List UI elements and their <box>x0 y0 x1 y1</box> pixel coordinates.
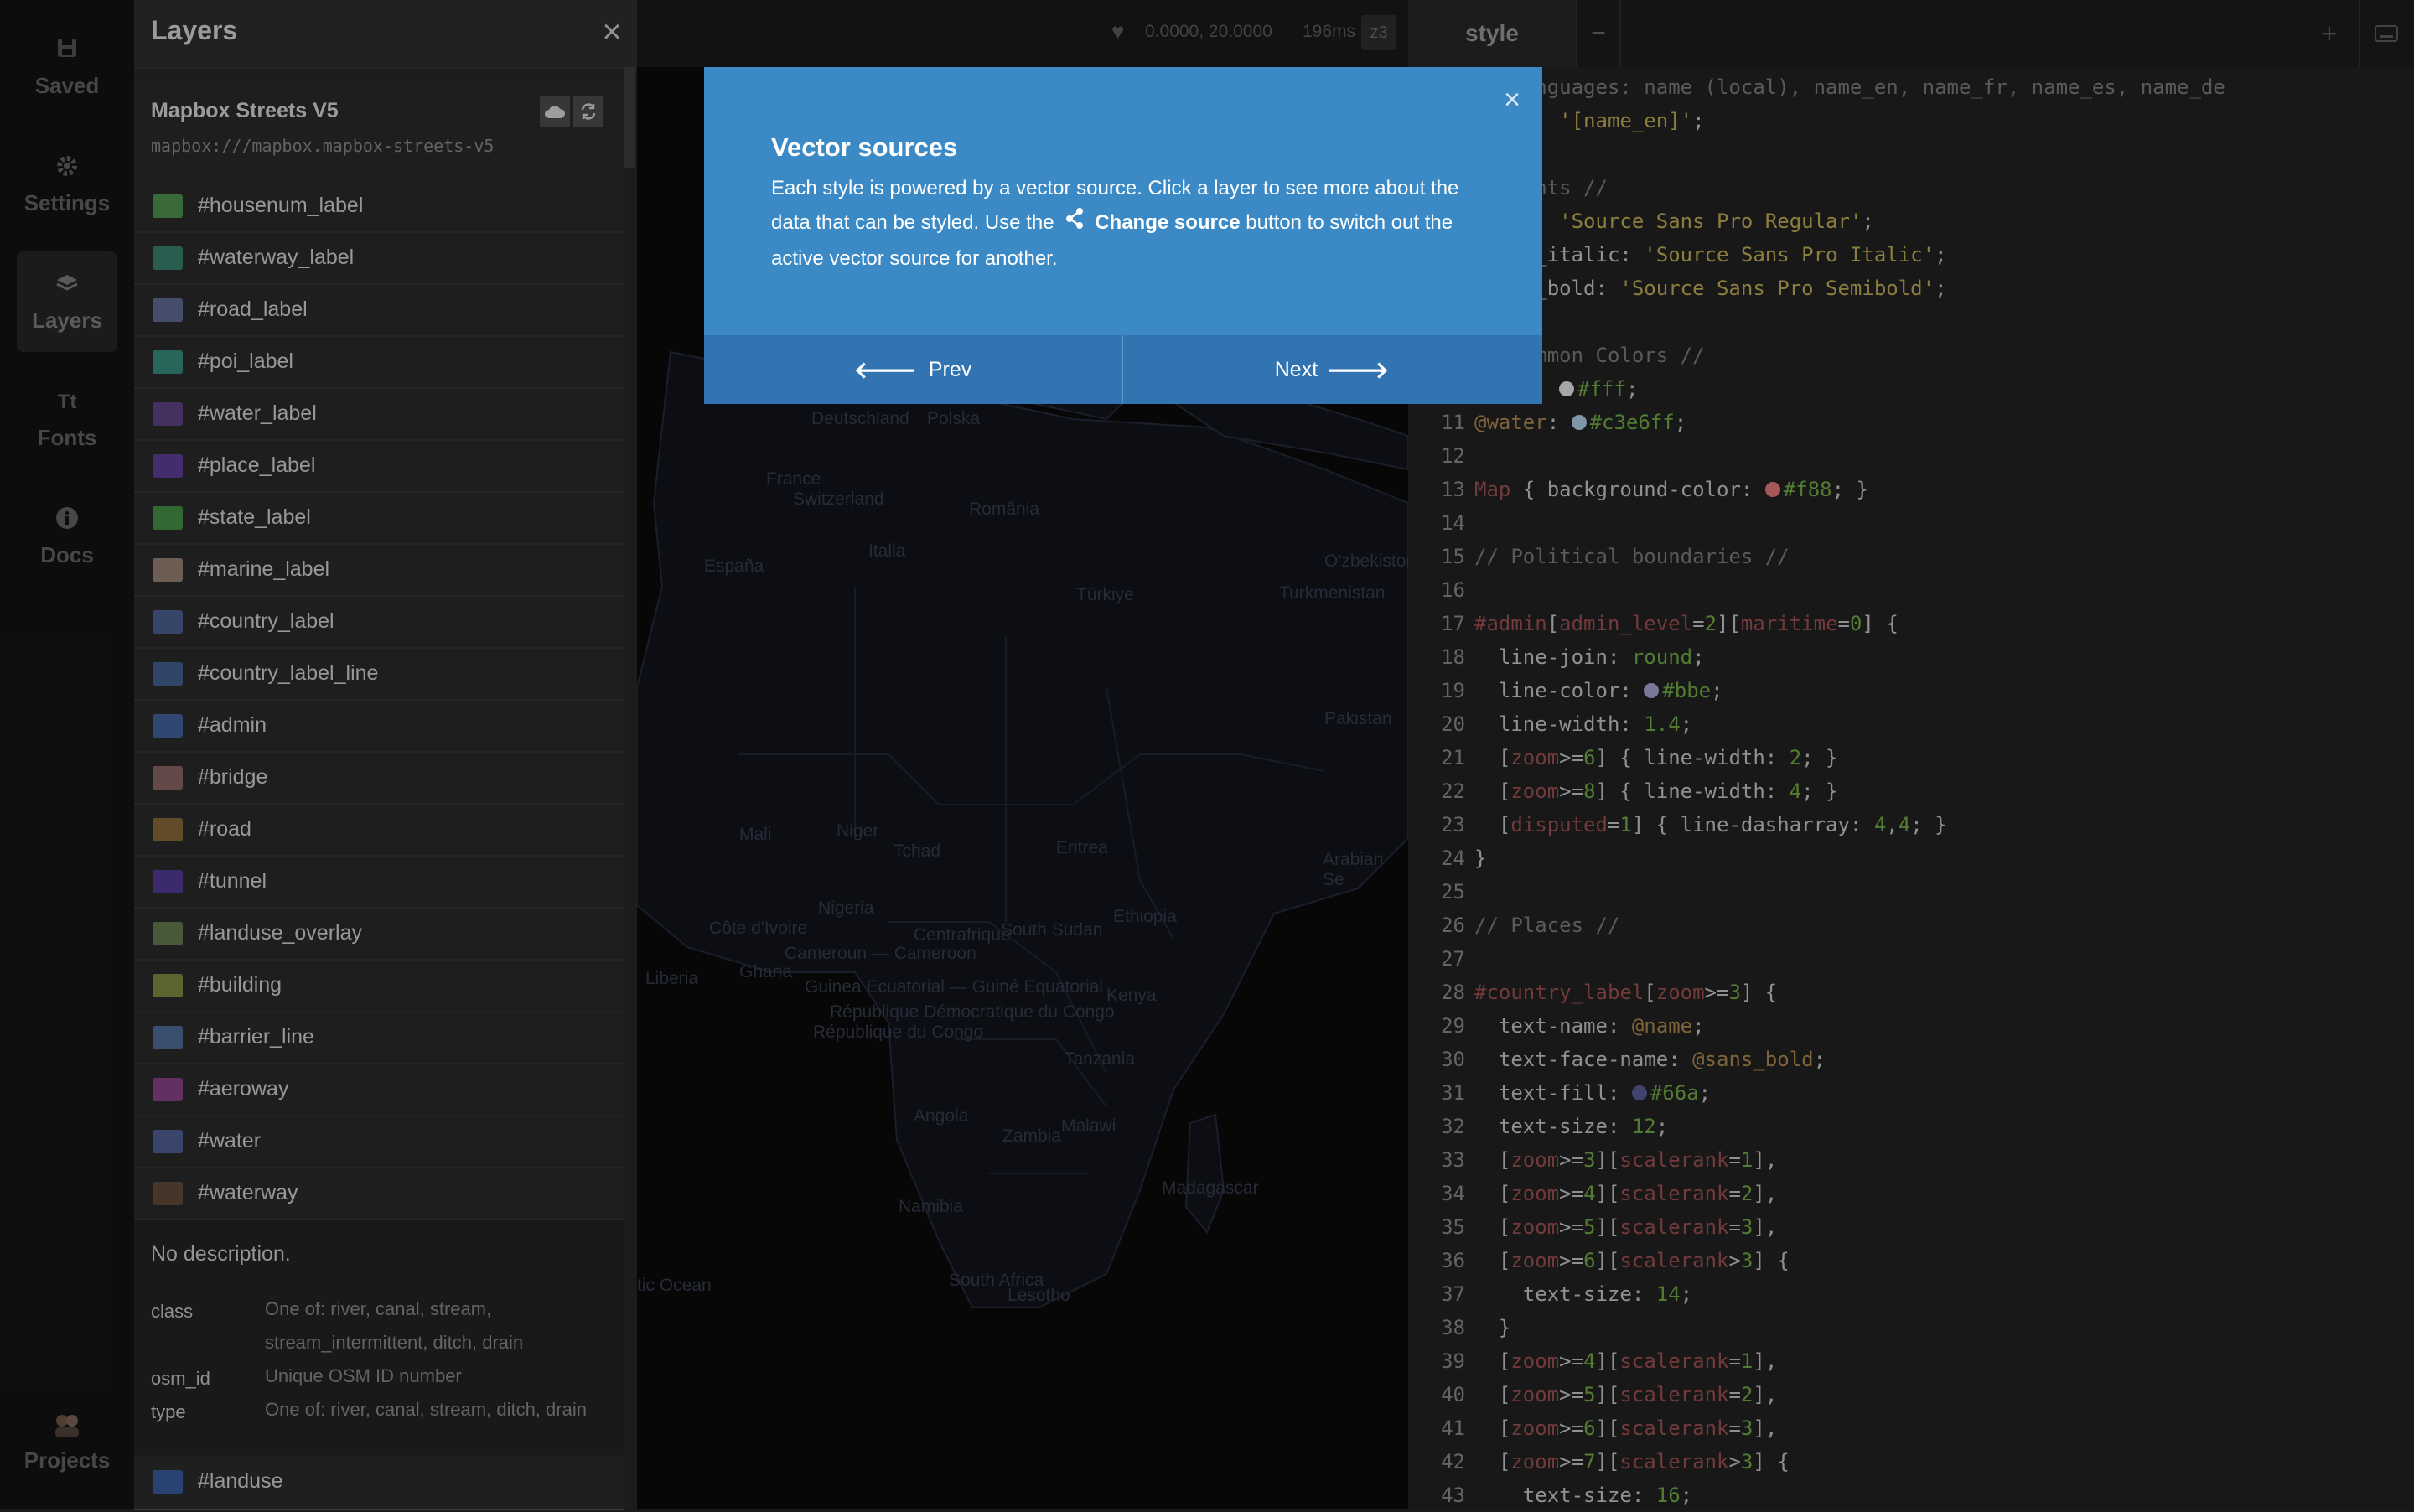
prev-button[interactable]: 🡐 Prev <box>704 335 1123 404</box>
change-source-icon <box>1063 205 1088 241</box>
next-label: Next <box>1274 357 1318 381</box>
modal-footer: 🡐 Prev Next 🡒 <box>704 335 1542 404</box>
tour-modal: × Vector sources Each style is powered b… <box>704 67 1542 404</box>
next-button[interactable]: Next 🡒 <box>1123 335 1541 404</box>
prev-label: Prev <box>928 357 972 381</box>
arrow-left-icon: 🡐 <box>853 357 917 383</box>
modal-body: Each style is powered by a vector source… <box>771 171 1484 276</box>
close-icon[interactable]: × <box>1504 84 1520 117</box>
modal-title: Vector sources <box>771 132 958 162</box>
arrow-right-icon: 🡒 <box>1326 357 1390 383</box>
modal-emphasis: Change source <box>1095 211 1241 234</box>
